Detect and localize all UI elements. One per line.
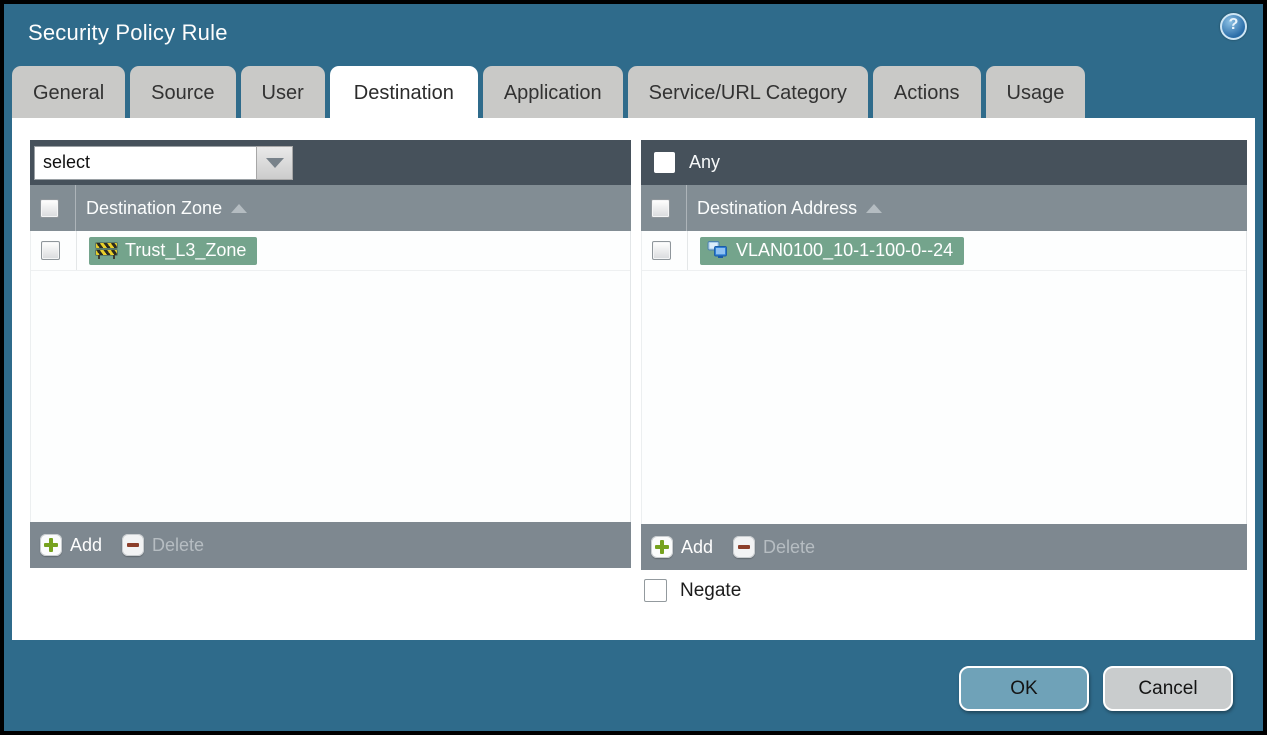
delete-button-label: Delete — [763, 536, 816, 557]
address-item-label: VLAN0100_10-1-100-0--24 — [736, 239, 954, 260]
sort-ascending-icon — [231, 203, 248, 213]
column-divider — [687, 231, 688, 270]
destination-tab-content: Destination Zone Trust_L3_Zone — [12, 118, 1255, 640]
security-policy-rule-dialog: Security Policy Rule General Source User… — [4, 4, 1263, 731]
destination-zone-panel: Destination Zone Trust_L3_Zone — [30, 140, 631, 568]
zone-list: Trust_L3_Zone — [30, 231, 631, 522]
plus-icon — [40, 534, 62, 556]
table-row: VLAN0100_10-1-100-0--24 — [642, 231, 1246, 271]
tab-general[interactable]: General — [12, 66, 126, 118]
zone-column-label: Destination Zone — [86, 197, 223, 218]
cancel-button[interactable]: Cancel — [1103, 666, 1233, 711]
zone-item-label: Trust_L3_Zone — [125, 239, 247, 260]
zone-column-header-row: Destination Zone — [30, 185, 631, 231]
tab-usage[interactable]: Usage — [985, 66, 1086, 118]
address-column-label: Destination Address — [697, 197, 858, 218]
column-divider — [75, 185, 76, 231]
zone-panel-footer: Add Delete — [30, 522, 631, 568]
zone-row-checkbox[interactable] — [41, 241, 60, 260]
tab-source[interactable]: Source — [130, 66, 236, 118]
address-panel-footer: Add Delete — [641, 524, 1247, 570]
negate-option: Negate — [644, 579, 741, 602]
network-address-icon — [707, 241, 727, 258]
zone-select-all-checkbox[interactable] — [40, 198, 59, 218]
minus-icon — [122, 534, 145, 556]
delete-button-label: Delete — [152, 534, 205, 555]
plus-icon — [651, 536, 673, 558]
minus-icon — [733, 536, 756, 558]
dialog-titlebar: Security Policy Rule — [4, 4, 1263, 66]
tab-actions[interactable]: Actions — [872, 66, 981, 118]
address-delete-button[interactable]: Delete — [733, 536, 815, 558]
any-label: Any — [689, 152, 721, 172]
destination-address-panel: Any Destination Address VLAN0100_10-1-10… — [641, 140, 1247, 570]
address-row-checkbox[interactable] — [652, 241, 671, 260]
table-row: Trust_L3_Zone — [31, 231, 630, 271]
negate-label: Negate — [680, 579, 742, 601]
address-column-header[interactable]: Destination Address — [697, 197, 883, 219]
zone-column-header[interactable]: Destination Zone — [86, 197, 248, 219]
ok-button[interactable]: OK — [959, 666, 1089, 711]
address-list: VLAN0100_10-1-100-0--24 — [641, 231, 1247, 524]
zone-filter-dropdown-button[interactable] — [256, 145, 293, 180]
column-divider — [686, 185, 687, 231]
help-icon[interactable] — [1220, 13, 1247, 40]
tab-destination[interactable]: Destination — [329, 66, 478, 118]
add-button-label: Add — [681, 536, 714, 557]
chevron-down-icon — [265, 157, 284, 168]
column-divider — [76, 231, 77, 270]
address-select-all-checkbox[interactable] — [651, 198, 670, 218]
any-checkbox[interactable] — [654, 152, 675, 173]
dialog-title: Security Policy Rule — [28, 20, 228, 45]
zone-filter-combo — [34, 145, 293, 180]
tab-service-url-category[interactable]: Service/URL Category — [627, 66, 868, 118]
zone-icon — [96, 242, 117, 259]
address-item-vlan0100[interactable]: VLAN0100_10-1-100-0--24 — [700, 236, 965, 265]
add-button-label: Add — [70, 534, 103, 555]
zone-filter-input[interactable] — [34, 145, 256, 180]
address-add-button[interactable]: Add — [651, 536, 713, 558]
tab-user[interactable]: User — [240, 66, 325, 118]
tab-bar: General Source User Destination Applicat… — [12, 66, 1086, 118]
sort-ascending-icon — [866, 203, 883, 213]
address-panel-toolbar: Any — [641, 140, 1247, 185]
zone-add-button[interactable]: Add — [40, 534, 102, 556]
tab-application[interactable]: Application — [482, 66, 623, 118]
address-column-header-row: Destination Address — [641, 185, 1247, 231]
zone-panel-toolbar — [30, 140, 631, 185]
screen: Security Policy Rule General Source User… — [0, 0, 1267, 735]
zone-item-trust-l3-zone[interactable]: Trust_L3_Zone — [89, 236, 258, 265]
zone-delete-button[interactable]: Delete — [122, 534, 204, 556]
negate-checkbox[interactable] — [644, 579, 667, 602]
